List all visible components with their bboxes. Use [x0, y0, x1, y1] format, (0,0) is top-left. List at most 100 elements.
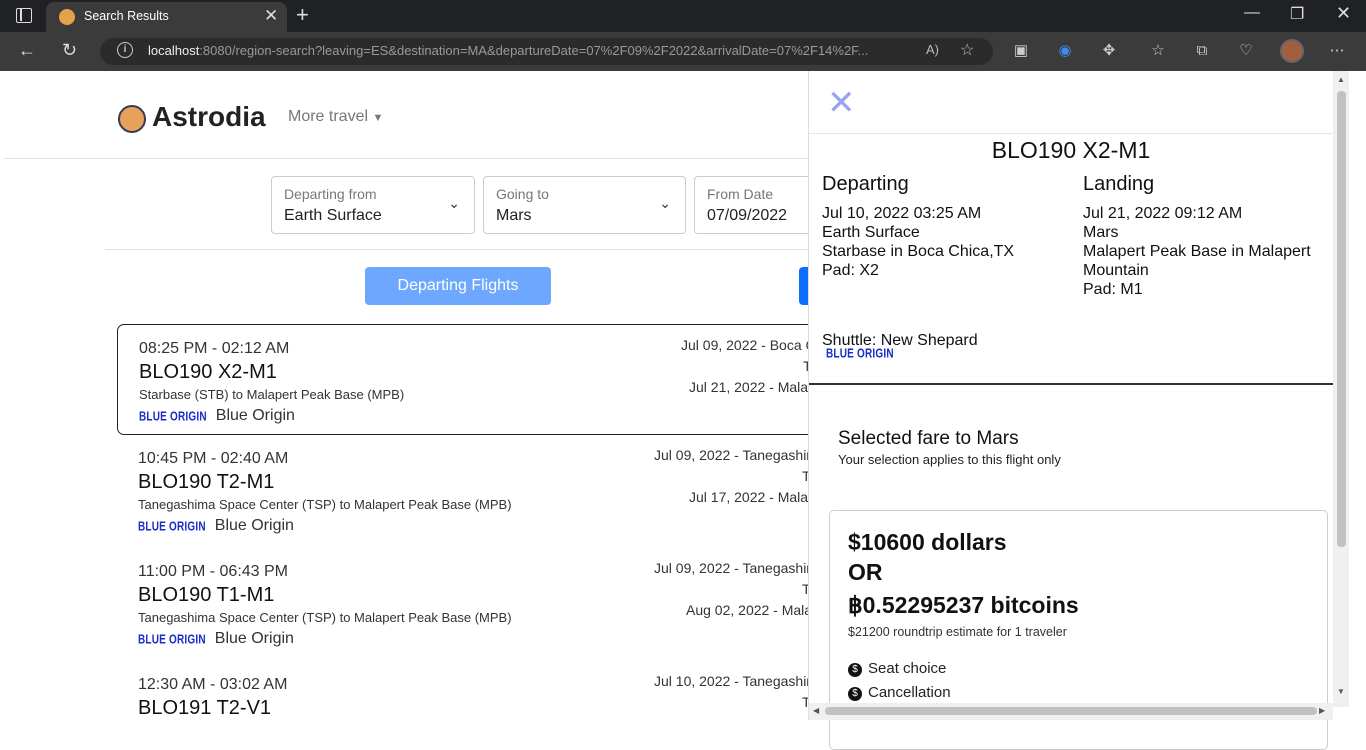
- extensions-icon[interactable]: ✥: [1098, 40, 1120, 62]
- collections-icon[interactable]: ▣: [1010, 40, 1032, 62]
- from-date-value: 07/09/2022: [707, 207, 788, 224]
- browser-tab-bar: Search Results ✕ + — ❐ ✕: [0, 0, 1366, 32]
- landing-pad: Pad: M1: [1083, 281, 1143, 298]
- blue-origin-logo: BLUE ORIGIN: [139, 410, 207, 425]
- header-divider: [4, 158, 809, 159]
- landing-base: Malapert Peak Base in Malapert: [1083, 243, 1311, 260]
- fare-subtitle: Your selection applies to this flight on…: [838, 452, 1061, 467]
- blue-origin-logo: BLUE ORIGIN: [138, 633, 206, 648]
- new-tab-icon[interactable]: +: [296, 2, 309, 28]
- roundtrip-estimate: $21200 roundtrip estimate for 1 traveler: [848, 625, 1067, 639]
- profile-avatar[interactable]: [1280, 39, 1304, 63]
- flight-results-list: 08:25 PM - 02:12 AM BLO190 X2-M1 Starbas…: [117, 324, 818, 720]
- landing-details: Jul 21, 2022 09:12 AM Mars Malapert Peak…: [1083, 204, 1311, 299]
- read-aloud-icon[interactable]: A): [926, 42, 939, 57]
- blue-origin-logo: BLUE ORIGIN: [138, 520, 206, 535]
- going-to-value: Mars: [496, 207, 532, 224]
- landing-base-cont: Mountain: [1083, 262, 1149, 279]
- tab-title: Search Results: [84, 9, 169, 23]
- departure-base: Starbase in Boca Chica,TX: [822, 243, 1015, 260]
- departure-info: Jul 09, 2022 - Boca C: [681, 337, 816, 353]
- close-panel-icon[interactable]: ✕: [827, 83, 856, 123]
- favicon-icon: [59, 9, 75, 25]
- favorite-add-icon[interactable]: ☆: [960, 40, 974, 60]
- scroll-left-icon[interactable]: ◀: [813, 706, 819, 715]
- landing-datetime: Jul 21, 2022 09:12 AM: [1083, 205, 1243, 222]
- refresh-icon[interactable]: ↻: [62, 40, 77, 61]
- chevron-down-icon: ⌄: [448, 195, 460, 211]
- browser-essentials-icon[interactable]: ♡: [1235, 40, 1257, 62]
- feature-seat-choice: $ Seat choice: [848, 660, 946, 677]
- flight-title: BLO190 X2-M1: [991, 137, 1151, 163]
- departure-pad: Pad: X2: [822, 262, 879, 279]
- arrival-info: Jul 21, 2022 - Malap: [689, 379, 816, 395]
- flight-code: BLO191 T2-V1: [138, 697, 272, 719]
- airline: BLUE ORIGIN Blue Origin: [138, 517, 294, 535]
- close-tab-icon[interactable]: ✕: [264, 6, 278, 26]
- airline: BLUE ORIGIN Blue Origin: [139, 407, 295, 425]
- going-to-label: Going to: [496, 186, 549, 202]
- rocket-logo-icon[interactable]: [118, 105, 146, 133]
- departing-heading: Departing: [822, 173, 909, 195]
- from-date-input[interactable]: From Date 07/09/2022: [694, 176, 824, 234]
- tab-actions-icon[interactable]: [16, 8, 32, 23]
- browser-toolbar: ← ↻ i localhost:8080/region-search?leavi…: [0, 32, 1366, 71]
- vertical-scrollbar[interactable]: ▲ ▼: [1333, 71, 1349, 707]
- url-text: localhost:8080/region-search?leaving=ES&…: [148, 43, 869, 58]
- flight-card[interactable]: 12:30 AM - 03:02 AM BLO191 T2-V1 Jul 10,…: [117, 661, 818, 720]
- caret-down-icon: ▼: [372, 112, 384, 124]
- landing-heading: Landing: [1083, 173, 1155, 195]
- departing-details: Jul 10, 2022 03:25 AM Earth Surface Star…: [822, 204, 1014, 280]
- site-logo[interactable]: Astrodia: [152, 101, 266, 133]
- arrival-info: Jul 17, 2022 - Malap: [689, 489, 816, 505]
- departing-from-value: Earth Surface: [284, 207, 382, 224]
- restore-icon[interactable]: ❐: [1290, 4, 1304, 24]
- departing-from-label: Departing from: [284, 186, 377, 202]
- dollar-icon: $: [848, 663, 862, 677]
- horizontal-scrollbar[interactable]: ◀ ▶: [809, 703, 1333, 720]
- address-bar[interactable]: i localhost:8080/region-search?leaving=E…: [100, 38, 993, 65]
- fare-title: Selected fare to Mars: [838, 428, 1019, 449]
- price-or: OR: [848, 559, 883, 585]
- blue-origin-logo: BLUE ORIGIN: [826, 347, 894, 362]
- extension-icon[interactable]: ◉: [1054, 40, 1076, 62]
- close-window-icon[interactable]: ✕: [1336, 3, 1351, 24]
- departing-from-select[interactable]: Departing from Earth Surface ⌄: [271, 176, 475, 234]
- departing-flights-button[interactable]: Departing Flights: [365, 267, 551, 305]
- from-date-label: From Date: [707, 186, 774, 202]
- flight-card[interactable]: 11:00 PM - 06:43 PM BLO190 T1-M1 Tanegas…: [117, 548, 818, 661]
- price-btc: ฿0.52295237 bitcoins: [848, 592, 1079, 618]
- landing-place: Mars: [1083, 224, 1119, 241]
- scroll-down-icon[interactable]: ▼: [1337, 687, 1345, 696]
- search-divider: [105, 249, 815, 250]
- scroll-up-icon[interactable]: ▲: [1337, 75, 1345, 84]
- feature-cancellation: $ Cancellation: [848, 684, 951, 701]
- minimize-icon[interactable]: —: [1244, 4, 1260, 22]
- scroll-right-icon[interactable]: ▶: [1319, 706, 1325, 715]
- flight-card[interactable]: 08:25 PM - 02:12 AM BLO190 X2-M1 Starbas…: [117, 324, 817, 435]
- departure-info: Jul 10, 2022 - Tanegashim: [654, 673, 818, 689]
- flight-card[interactable]: 10:45 PM - 02:40 AM BLO190 T2-M1 Tanegas…: [117, 435, 818, 548]
- departure-datetime: Jul 10, 2022 03:25 AM: [822, 205, 982, 222]
- info-icon[interactable]: i: [117, 42, 133, 58]
- price-usd: $10600 dollars: [848, 529, 1007, 555]
- more-travel-dropdown[interactable]: More travel ▼: [288, 108, 383, 126]
- scrollbar-thumb[interactable]: [825, 707, 1317, 715]
- departure-info: Jul 09, 2022 - Tanegashim: [654, 560, 818, 576]
- going-to-select[interactable]: Going to Mars ⌄: [483, 176, 686, 234]
- airline: BLUE ORIGIN Blue Origin: [138, 630, 294, 648]
- panel-divider: [809, 133, 1333, 134]
- departure-info: Jul 09, 2022 - Tanegashim: [654, 447, 818, 463]
- dollar-icon: $: [848, 687, 862, 701]
- scrollbar-thumb[interactable]: [1337, 91, 1346, 547]
- flight-details-panel: ✕ BLO190 X2-M1 Departing Jul 10, 2022 03…: [809, 71, 1366, 750]
- arrival-info: Aug 02, 2022 - Mala: [686, 602, 813, 618]
- panel-divider: [809, 383, 1333, 385]
- browser-tab[interactable]: Search Results ✕: [46, 2, 287, 32]
- chevron-down-icon: ⌄: [659, 195, 671, 211]
- back-icon[interactable]: ←: [18, 40, 36, 61]
- departure-place: Earth Surface: [822, 224, 920, 241]
- tab-collections-icon[interactable]: ⧉: [1191, 40, 1213, 62]
- settings-menu-icon[interactable]: ⋯: [1326, 40, 1348, 62]
- favorites-icon[interactable]: ☆: [1147, 40, 1169, 62]
